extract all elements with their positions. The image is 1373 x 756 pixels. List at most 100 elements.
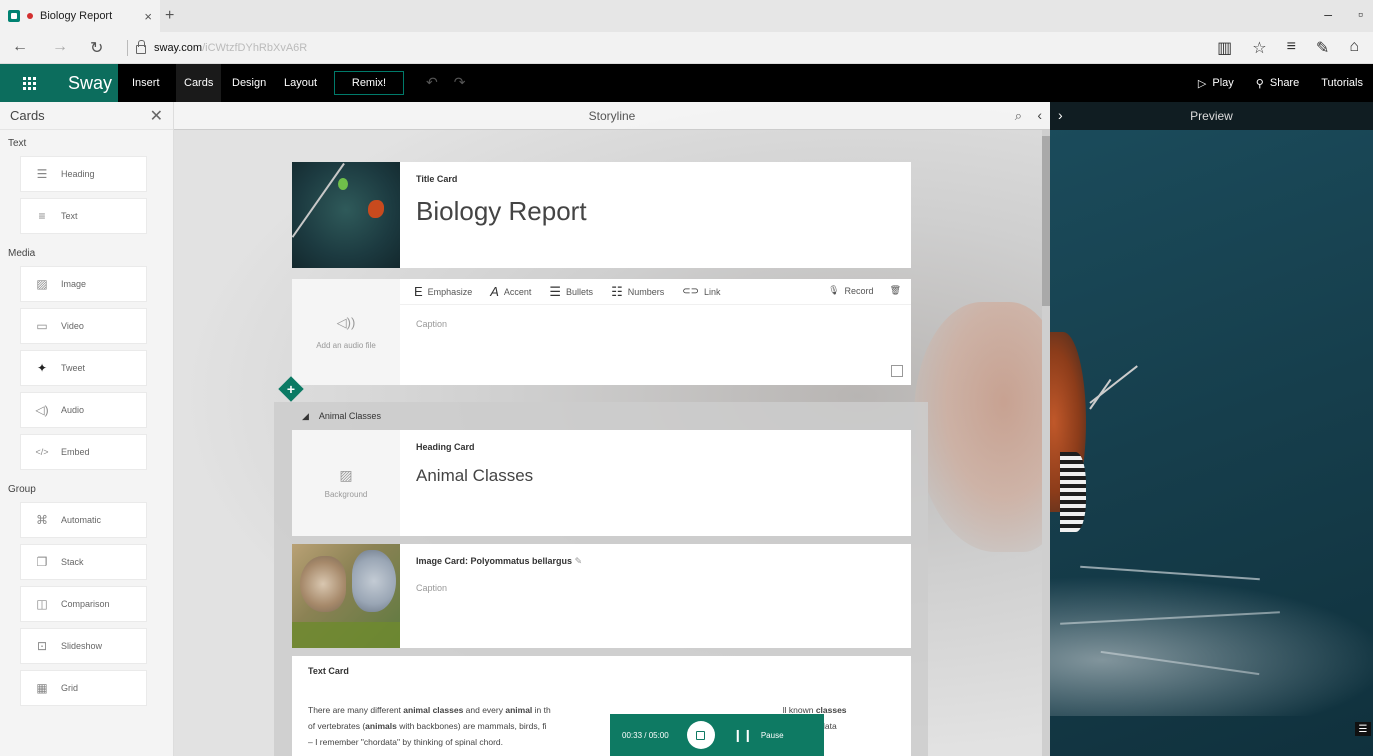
chevron-left-icon[interactable]: ‹ <box>1037 107 1042 123</box>
microphone-icon: 🎙︎ <box>828 285 840 295</box>
accent-button[interactable]: A Accent <box>490 284 531 299</box>
title-card-image[interactable] <box>292 162 400 268</box>
tutorials-button[interactable]: Tutorials <box>1321 77 1363 89</box>
title-card[interactable]: Title Card Biology Report <box>292 162 911 268</box>
card-text-label: Text <box>61 211 78 221</box>
title-card-title[interactable]: Biology Report <box>416 196 587 227</box>
heading-card-title[interactable]: Animal Classes <box>416 466 533 486</box>
card-stack-button[interactable]: ❐ Stack <box>20 544 147 580</box>
storyline-title: Storyline <box>588 108 636 123</box>
menu-layout[interactable]: Layout <box>276 64 325 102</box>
minimize-icon[interactable]: – <box>1324 6 1332 22</box>
url-field[interactable]: sway.com/iCWtzfDYhRbXvA6R <box>127 40 307 56</box>
background-label: Background <box>324 490 368 499</box>
play-icon: ▷ <box>1197 77 1207 90</box>
preview-butterfly-body <box>1060 452 1086 532</box>
caption-card[interactable]: ◁)) Add an audio file E Emphasize A Accent… <box>292 279 911 385</box>
menu-cards[interactable]: Cards <box>176 64 222 102</box>
link-icon: ⊂⊃ <box>682 286 699 297</box>
numbers-button[interactable]: ☷ Numbers <box>611 284 664 300</box>
card-comparison-button[interactable]: ◫ Comparison <box>20 586 147 622</box>
emphasize-button[interactable]: E Emphasize <box>414 284 472 299</box>
preview-butterfly-antenna <box>1089 378 1112 410</box>
refresh-icon[interactable]: ↻ <box>90 38 103 58</box>
grid-icon: ▦ <box>36 681 48 695</box>
card-tweet-label: Tweet <box>61 363 86 373</box>
select-checkbox[interactable] <box>891 365 903 377</box>
pause-button[interactable]: ❙❙ Pause <box>733 728 784 742</box>
background-slot[interactable]: ▨ Background <box>292 430 400 536</box>
redo-icon[interactable]: ↷ <box>454 74 482 90</box>
card-tweet-button[interactable]: ✦ Tweet <box>20 350 147 386</box>
group-header[interactable]: ◢ Animal Classes <box>274 402 928 430</box>
link-label: Link <box>704 286 721 297</box>
menu-insert[interactable]: Insert <box>124 64 168 102</box>
restore-icon[interactable]: ▫ <box>1358 6 1363 22</box>
section-media-label: Media <box>8 247 36 259</box>
storyline-scroll-thumb[interactable] <box>1042 136 1050 306</box>
link-button[interactable]: ⊂⊃ Link <box>682 286 720 297</box>
group-label: Animal Classes <box>318 411 381 421</box>
butterfly-image[interactable] <box>292 544 400 648</box>
web-note-icon[interactable]: ✎ <box>1316 38 1329 58</box>
chevron-right-icon[interactable]: › <box>1058 107 1063 123</box>
cards-panel-title: Cards <box>10 108 45 123</box>
image-card[interactable]: Image Card: Polyommatus bellargus ✎ Capt… <box>292 544 911 648</box>
edit-icon[interactable]: ✎ <box>575 556 583 566</box>
favorite-star-icon[interactable]: ☆ <box>1252 38 1266 58</box>
comparison-icon: ◫ <box>36 597 48 611</box>
card-video-button[interactable]: ▭ Video <box>20 308 147 344</box>
menu-design[interactable]: Design <box>224 64 274 102</box>
heading-card-type: Heading Card <box>416 442 475 452</box>
back-icon[interactable]: ← <box>12 38 28 56</box>
tab-close-icon[interactable]: × <box>144 9 152 24</box>
undo-icon[interactable]: ↶ <box>426 74 454 90</box>
record-button[interactable]: 🎙︎ Record <box>828 285 873 296</box>
forward-icon[interactable]: → <box>52 38 68 56</box>
navigation-icon[interactable]: ☰ <box>1355 722 1371 736</box>
card-heading-button[interactable]: ☰ Heading <box>20 156 147 192</box>
audio-placeholder: Add an audio file <box>316 340 376 350</box>
card-text-button[interactable]: ≡ Text <box>20 198 147 234</box>
close-cards-panel-icon[interactable]: ✕ <box>150 106 163 126</box>
card-embed-button[interactable]: </> Embed <box>20 434 147 470</box>
sway-brand[interactable]: Sway <box>58 64 118 102</box>
recording-dot-icon <box>27 13 33 19</box>
window-controls: – ▫ <box>1324 6 1363 22</box>
add-card-button[interactable]: + <box>278 376 304 402</box>
remix-button[interactable]: Remix! <box>334 71 404 95</box>
sway-favicon-icon <box>8 10 20 22</box>
collapse-triangle-icon[interactable]: ◢ <box>302 411 309 422</box>
card-automatic-button[interactable]: ⌘ Automatic <box>20 502 147 538</box>
card-audio-button[interactable]: ◁) Audio <box>20 392 147 428</box>
text-seg: – I remember "chordata" by thinking of s… <box>308 737 504 747</box>
card-heading-label: Heading <box>61 169 95 179</box>
share-button[interactable]: ⚲ Share <box>1256 77 1299 90</box>
video-icon: ▭ <box>36 319 48 333</box>
caption-input[interactable]: Caption <box>416 319 447 329</box>
delete-icon[interactable]: 🗑︎ <box>890 285 901 296</box>
card-embed-label: Embed <box>61 447 90 457</box>
audio-slot[interactable]: ◁)) Add an audio file <box>292 279 400 385</box>
card-grid-button[interactable]: ▦ Grid <box>20 670 147 706</box>
heading-card[interactable]: ▨ Background Heading Card Animal Classes <box>292 430 911 536</box>
search-icon[interactable]: ⌕ <box>1015 108 1022 124</box>
card-image-button[interactable]: ▨ Image <box>20 266 147 302</box>
play-button[interactable]: ▷ Play <box>1198 77 1234 90</box>
audio-icon: ◁) <box>35 403 49 417</box>
embed-icon: </> <box>35 447 49 457</box>
stop-record-button[interactable] <box>686 721 715 749</box>
share-label: Share <box>1269 77 1300 89</box>
twitter-icon: ✦ <box>36 361 48 375</box>
new-tab-icon[interactable]: + <box>165 7 174 25</box>
share-icon[interactable]: ⌂ <box>1349 38 1359 58</box>
app-launcher-icon[interactable] <box>0 64 58 102</box>
reading-view-icon[interactable]: ▥ <box>1217 38 1232 58</box>
card-slideshow-button[interactable]: ⊡ Slideshow <box>20 628 147 664</box>
image-caption-input[interactable]: Caption <box>416 583 582 593</box>
text-seg: and every <box>463 705 506 715</box>
bullets-button[interactable]: ☰ Bullets <box>549 284 593 300</box>
hub-icon[interactable]: ≡ <box>1287 38 1296 58</box>
group-animal-classes: ◢ Animal Classes ▨ Background Heading Ca… <box>274 402 928 756</box>
browser-tab[interactable]: Biology Report × <box>0 0 160 32</box>
